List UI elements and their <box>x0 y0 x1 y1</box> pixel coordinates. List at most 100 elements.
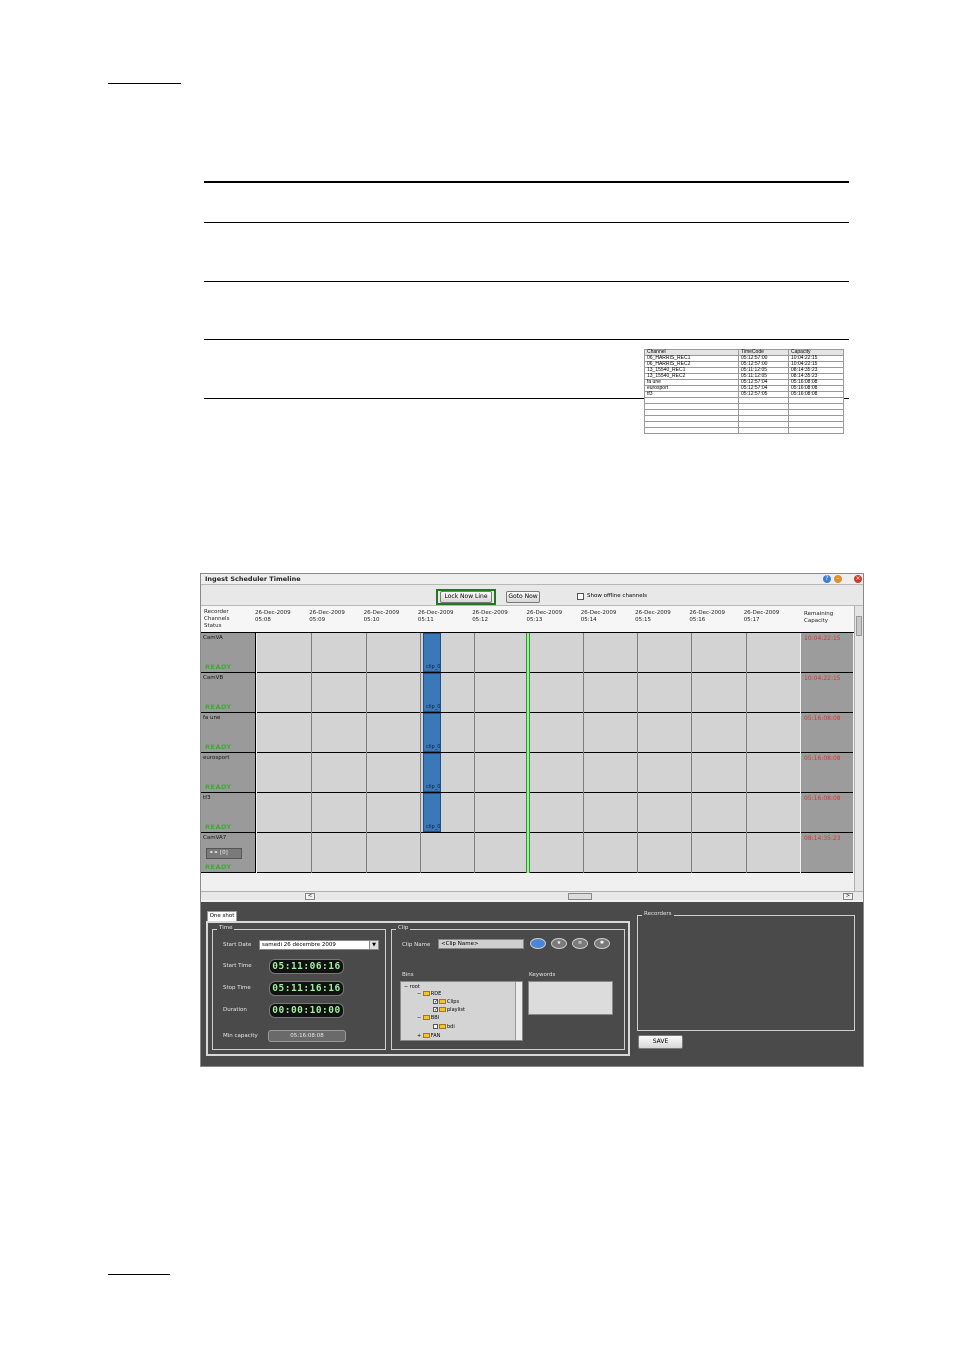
close-icon[interactable]: × <box>854 575 862 583</box>
color-button[interactable] <box>530 938 546 949</box>
minute-gridline <box>745 833 747 873</box>
min-capacity-label: Min capacity <box>223 1033 258 1039</box>
remaining-capacity: 10:04:22:15 <box>804 675 841 682</box>
clip-block[interactable]: clip_0 <box>423 713 441 752</box>
clip-block[interactable]: clip_0 <box>423 633 441 672</box>
vertical-scrollbar[interactable] <box>854 606 863 892</box>
show-offline-checkbox[interactable] <box>577 593 584 600</box>
remaining-capacity: 05:16:08:08 <box>804 755 841 762</box>
channel-status-cell[interactable]: CamVA7 READY ⚭⚭ [0] <box>201 833 256 873</box>
hscroll-thumb[interactable] <box>568 893 592 900</box>
save-button[interactable]: SAVE <box>638 1035 683 1049</box>
tree-item-fan[interactable]: + FAN <box>417 1033 440 1039</box>
channel-status-cell[interactable]: CamVA READY <box>201 633 256 673</box>
remaining-capacity-header: Remaining Capacity <box>804 611 834 624</box>
recorders-table[interactable]: Channel TimeCode Capacity 06_HARRIS_REC1… <box>644 349 844 434</box>
tree-item-clips[interactable]: ✓ Clips <box>433 999 459 1005</box>
minimize-icon[interactable]: – <box>834 575 842 583</box>
tree-item-rde[interactable]: − RDE <box>417 991 441 997</box>
tree-item-bdi[interactable]: bdi <box>433 1024 455 1030</box>
minute-gridline <box>365 673 367 713</box>
table-cell <box>644 427 739 434</box>
table-cell <box>738 427 789 434</box>
now-line[interactable] <box>526 633 530 873</box>
star-icon[interactable]: ★ <box>551 938 567 949</box>
duration-label: Duration <box>223 1007 247 1013</box>
channel-name: fa une <box>203 715 221 721</box>
time-header: 26-Dec-2009 05:14 <box>580 610 617 623</box>
channel-status: READY <box>205 703 232 711</box>
scroll-left-button[interactable]: < <box>305 893 315 900</box>
time-header: 26-Dec-2009 05:12 <box>472 610 508 623</box>
start-date-select[interactable]: samedi 26 décembre 2009 ▼ <box>259 940 379 950</box>
minute-gridline <box>311 753 313 793</box>
remaining-capacity-cell: 10:04:22:15 <box>801 633 853 673</box>
clip-label: clip_0 <box>426 704 441 710</box>
clip-name-label: Clip Name <box>402 942 431 948</box>
keywords-label: Keywords <box>529 972 556 978</box>
channel-status-cell[interactable]: CamVB READY <box>201 673 256 713</box>
timeline-grid: Recorder Channels Status 26-Dec-2009 05:08 2… <box>201 606 863 902</box>
minute-gridline <box>474 793 476 833</box>
minute-gridline <box>474 713 476 753</box>
channel-name: CamVB <box>203 675 224 681</box>
time-header: 26-Dec-2009 05:13 <box>526 610 563 623</box>
channel-status-cell[interactable]: eurosport READY <box>201 753 256 793</box>
clip-label: clip_0 <box>426 824 441 830</box>
minute-gridline <box>582 713 584 753</box>
vscroll-thumb[interactable] <box>856 616 862 636</box>
channel-name: eurosport <box>203 755 230 761</box>
stop-time-label: Stop Time <box>223 985 251 991</box>
horizontal-scrollbar[interactable]: < > <box>201 891 863 900</box>
time-header: 26-Dec-2009 05:08 <box>255 610 291 623</box>
clip-name-input[interactable]: <Clip Name> <box>438 939 524 949</box>
title-bar: Ingest Scheduler Timeline ? – × <box>201 574 863 585</box>
channel-status: READY <box>205 863 232 871</box>
clip-block[interactable]: clip_0 <box>423 793 441 832</box>
minute-gridline <box>474 753 476 793</box>
clip-info-icon[interactable]: ≡ <box>572 938 588 949</box>
minute-gridline <box>474 633 476 673</box>
lock-now-line-button[interactable]: Lock Now Line <box>440 591 492 603</box>
bottom-panel: One shot Time Start Date samedi 26 décem… <box>201 902 863 1066</box>
tree-item-root[interactable]: − root <box>404 984 420 990</box>
channel-status: READY <box>205 823 232 831</box>
minute-gridline <box>691 673 693 713</box>
clip-block[interactable]: clip_0 <box>423 673 441 712</box>
channel-status: READY <box>205 663 232 671</box>
tree-item-playlist[interactable]: ✓ playlist <box>433 1007 465 1013</box>
grid-header: Recorder Channels Status 26-Dec-2009 05:08 2… <box>201 606 854 633</box>
tree-item-bbi[interactable]: − BBI <box>417 1015 439 1021</box>
channel-status: READY <box>205 783 232 791</box>
clip-block[interactable]: clip_0 <box>423 753 441 792</box>
goto-now-button[interactable]: Goto Now <box>506 591 540 603</box>
recorder-header: Recorder Channels Status <box>204 609 230 629</box>
channel-status-cell[interactable]: fa une READY <box>201 713 256 753</box>
channel-name: CamVA7 <box>203 835 227 841</box>
minute-gridline <box>691 793 693 833</box>
minute-gridline <box>365 833 367 873</box>
chevron-down-icon[interactable]: ▼ <box>369 941 378 949</box>
minute-gridline <box>582 793 584 833</box>
channel-status-cell[interactable]: tf3 READY <box>201 793 256 833</box>
minute-gridline <box>637 673 639 713</box>
scroll-right-button[interactable]: > <box>843 893 853 900</box>
tree-scrollbar[interactable] <box>515 982 522 1040</box>
start-time-field[interactable]: 05:11:06:16 <box>269 959 344 974</box>
table-rule-3 <box>204 339 849 340</box>
channel-name: tf3 <box>203 795 211 801</box>
minute-gridline <box>745 793 747 833</box>
clip-settings-icon[interactable]: ✱ <box>594 938 610 949</box>
help-icon[interactable]: ? <box>823 575 831 583</box>
minute-gridline <box>365 713 367 753</box>
table-row[interactable] <box>644 427 844 434</box>
folder-icon <box>422 1033 430 1038</box>
minute-gridline <box>582 753 584 793</box>
duration-field[interactable]: 00:00:10:00 <box>269 1003 344 1018</box>
minute-gridline <box>474 673 476 713</box>
keywords-input[interactable] <box>528 981 613 1015</box>
bins-tree[interactable]: − root − RDE ✓ Clips ✓ playlist − BBI bdi … <box>400 981 523 1041</box>
tab-one-shot[interactable]: One shot <box>207 911 237 921</box>
link-icon: ⚭⚭ [0] <box>206 848 242 859</box>
stop-time-field[interactable]: 05:11:16:16 <box>269 981 344 996</box>
